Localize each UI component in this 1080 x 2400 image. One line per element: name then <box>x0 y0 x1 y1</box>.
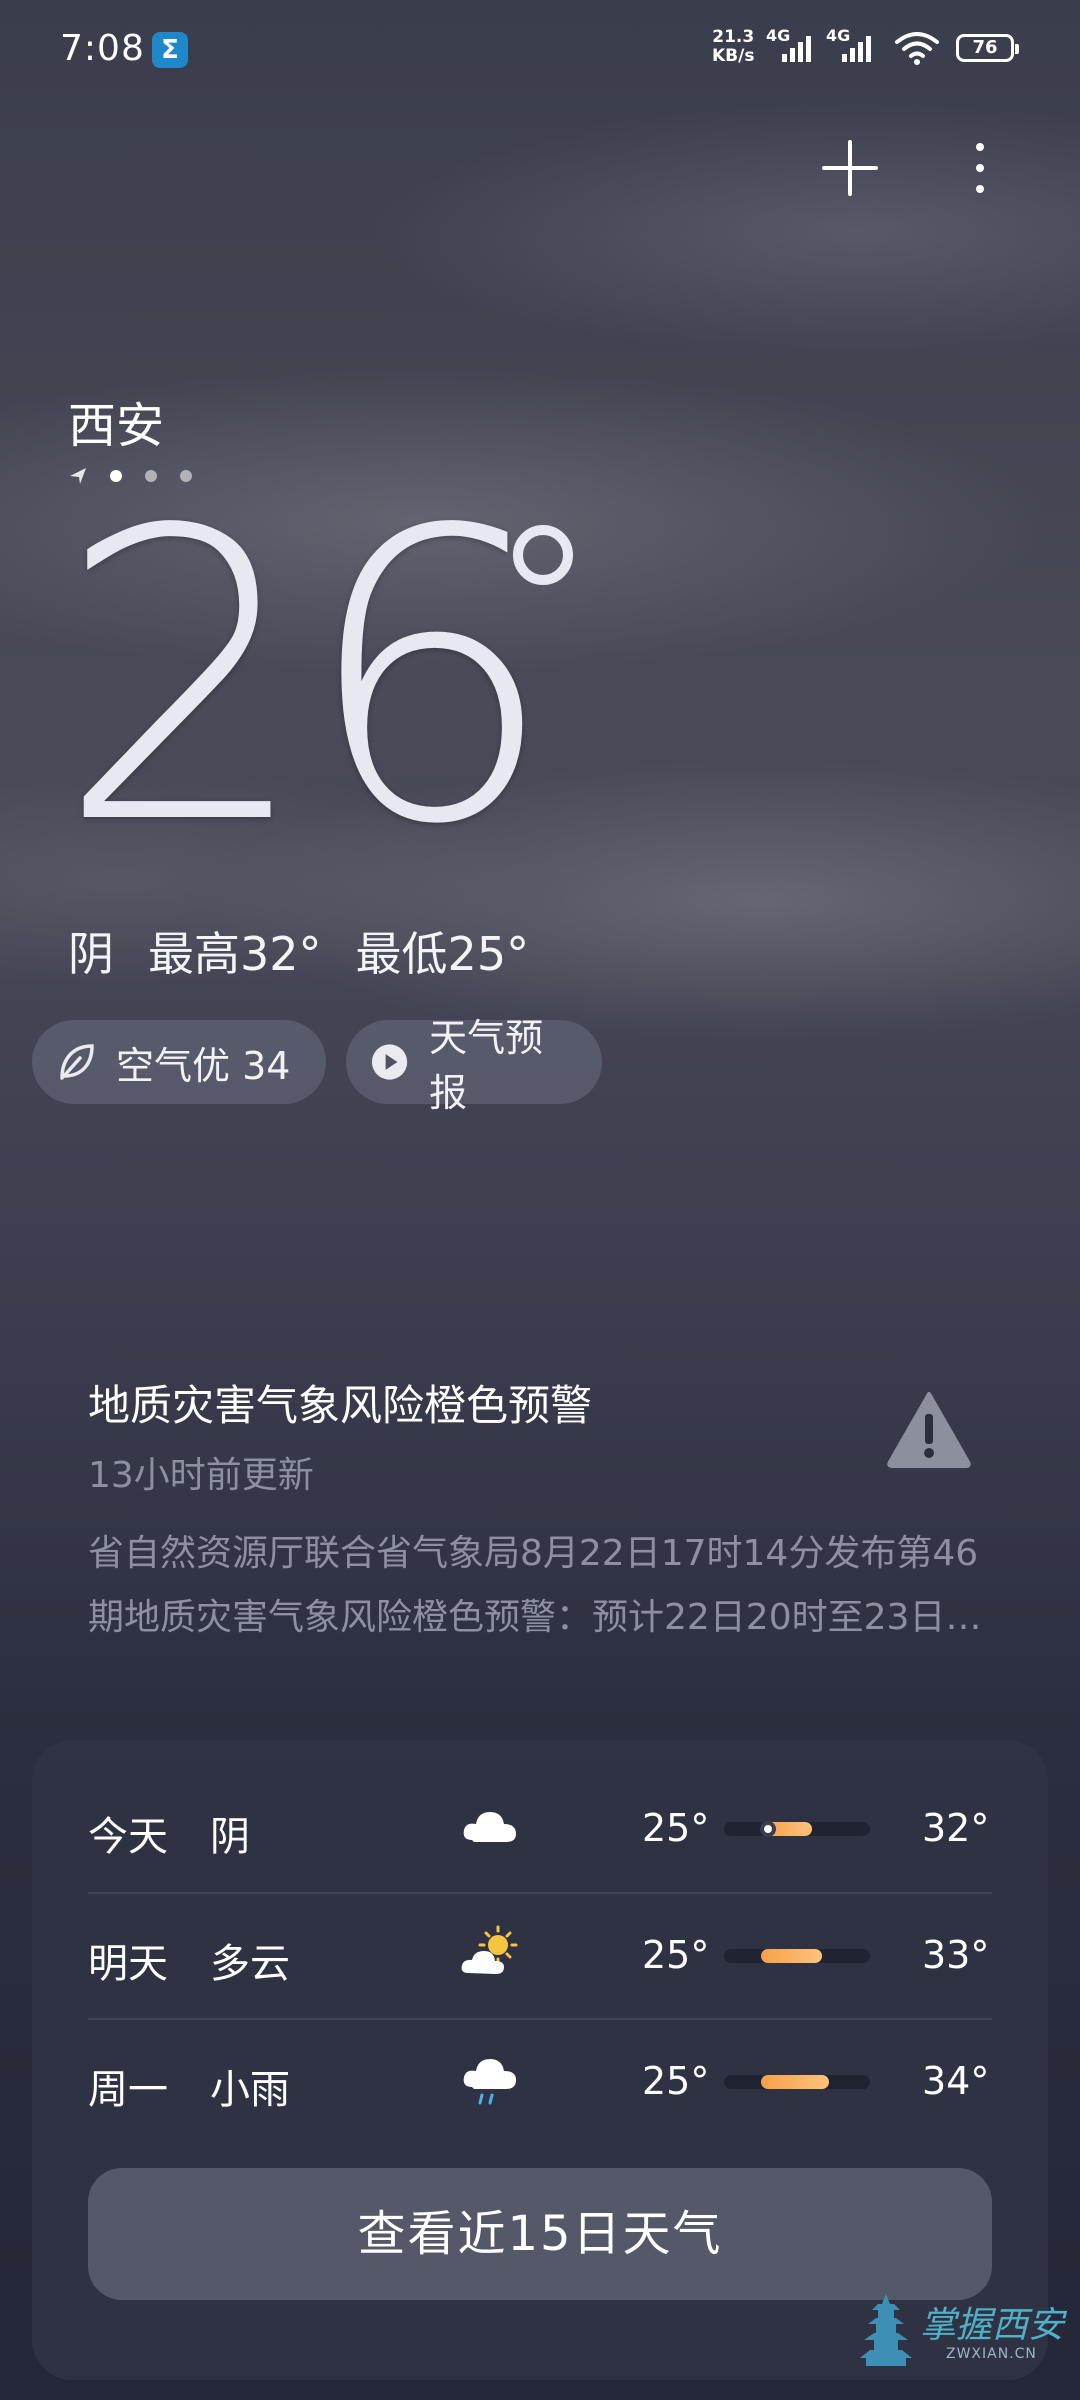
wifi-icon <box>895 32 939 65</box>
pagoda-logo-icon <box>860 2294 912 2366</box>
light-rain-icon <box>463 2059 516 2105</box>
play-icon <box>371 1044 408 1080</box>
current-temp-marker <box>759 1821 776 1837</box>
signal-icon <box>782 36 811 62</box>
alert-title[interactable]: 地质灾害气象风险橙色预警 <box>88 1372 592 1433</box>
network-speed: 21.3 KB/s <box>712 28 754 66</box>
forecast-condition: 小雨 <box>210 2067 290 2113</box>
current-temperature: 26 <box>56 447 557 912</box>
forecast-low: 25° <box>642 1933 710 1977</box>
more-vertical-icon[interactable] <box>960 138 1000 198</box>
leaf-icon <box>60 1044 94 1080</box>
network-speed-value: 21.3 <box>712 27 755 47</box>
forecast-low: 25° <box>642 1806 710 1850</box>
current-condition: 阴 <box>68 927 114 981</box>
status-time: 7:08 <box>60 28 145 69</box>
air-quality-label: 空气优 34 <box>116 1043 291 1088</box>
forecast-day: 明天 <box>88 1941 168 1987</box>
temperature-range-bar <box>724 1821 870 1837</box>
forecast-row-today[interactable]: 今天 阴 25° 32° <box>88 1766 992 1892</box>
forecast-row-monday[interactable]: 周一 小雨 25° 34° <box>88 2019 992 2145</box>
alert-body[interactable]: 省自然资源厅联合省气象局8月22日17时14分发布第46期地质灾害气象风险橙色预… <box>88 1522 988 1650</box>
warning-icon <box>887 1392 971 1468</box>
view-15-day-button[interactable]: 查看近15日天气 <box>88 2168 992 2300</box>
battery-indicator: 76 <box>956 34 1019 62</box>
app-notification-icon: Σ <box>152 32 188 68</box>
city-name: 西安 <box>68 398 165 454</box>
forecast-high: 34° <box>922 2059 990 2103</box>
range-fill <box>760 1949 822 1963</box>
low-temp: 最低25° <box>355 927 530 981</box>
forecast-high: 32° <box>922 1806 990 1850</box>
signal-icon-2 <box>842 36 871 62</box>
forecast-row-tomorrow[interactable]: 明天 多云 25° 33° <box>88 1893 992 2019</box>
range-fill <box>760 2075 830 2089</box>
temperature-range-bar <box>724 1949 870 1963</box>
forecast-condition: 阴 <box>210 1814 250 1860</box>
forecast-chip-label: 天气预报 <box>429 1016 544 1115</box>
forecast-high: 33° <box>922 1933 990 1977</box>
watermark-url: ZWXIAN.CN <box>946 2346 1037 2362</box>
partly-sunny-icon <box>461 1925 518 1974</box>
alert-updated-time: 13小时前更新 <box>88 1455 314 1496</box>
air-quality-chip[interactable]: 空气优 34 <box>32 1020 326 1104</box>
cloudy-icon <box>463 1812 516 1842</box>
weather-forecast-video-chip[interactable]: 天气预报 <box>346 1016 602 1115</box>
high-temp: 最高32° <box>148 927 322 981</box>
watermark-text: 掌握西安 <box>920 2305 1065 2346</box>
forecast-day: 今天 <box>88 1814 168 1860</box>
temperature-range-bar <box>724 2075 870 2089</box>
degree-symbol <box>513 525 573 585</box>
forecast-condition: 多云 <box>210 1941 290 1987</box>
add-city-button[interactable] <box>820 138 880 198</box>
weather-summary: 阴最高32° 最低25° <box>68 918 529 984</box>
network-speed-unit: KB/s <box>712 46 755 66</box>
forecast-day: 周一 <box>88 2067 168 2113</box>
forecast-low: 25° <box>642 2059 710 2103</box>
